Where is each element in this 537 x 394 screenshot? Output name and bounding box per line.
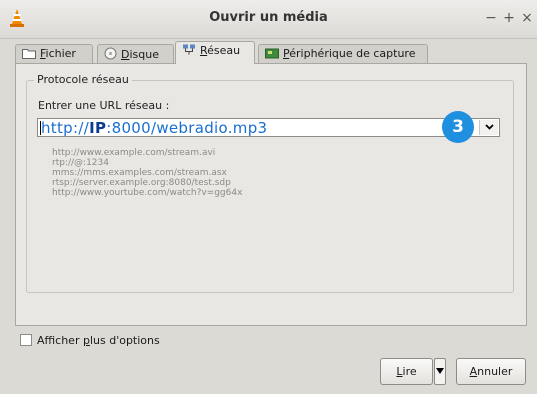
title-bar: Ouvrir un média − + × (0, 0, 537, 39)
maximize-button[interactable]: + (502, 10, 516, 26)
group-title: Protocole réseau (34, 73, 132, 86)
url-label: Entrer une URL réseau : (38, 99, 170, 112)
play-button[interactable]: Lire (380, 358, 433, 385)
window-title: Ouvrir un média (209, 10, 328, 25)
show-more-options[interactable]: Afficher plus d'options (20, 334, 160, 347)
url-examples: http://www.example.com/stream.avi rtp://… (52, 148, 242, 198)
tab-fichier[interactable]: Fichier (15, 44, 93, 63)
example-url: http://www.yourtube.com/watch?v=gg64x (52, 188, 243, 198)
close-button[interactable]: × (520, 10, 534, 26)
example-url: http://www.example.com/stream.avi (52, 148, 216, 158)
minimize-button[interactable]: − (484, 10, 498, 26)
disc-icon (104, 47, 117, 60)
show-more-options-checkbox[interactable] (20, 334, 32, 346)
capture-card-icon (265, 48, 279, 59)
tab-peripherique-de-capture[interactable]: Périphérique de capture (258, 44, 428, 63)
network-protocol-group: Protocole réseau Entrer une URL réseau :… (26, 73, 514, 293)
folder-icon (22, 49, 36, 59)
example-url: mms://mms.examples.com/stream.asx (52, 168, 227, 178)
example-url: rtsp://server.example.org:8080/test.sdp (52, 178, 231, 188)
step-badge: 3 (442, 111, 474, 143)
network-panel: Protocole réseau Entrer une URL réseau :… (15, 63, 527, 326)
example-url: rtp://@:1234 (52, 158, 109, 168)
cancel-button[interactable]: Annuler (456, 358, 526, 385)
url-value: http://IP:8000/webradio.mp3 (41, 119, 268, 137)
url-history-dropdown[interactable] (479, 120, 498, 135)
url-input[interactable]: http://IP:8000/webradio.mp3 (37, 118, 500, 137)
play-options-dropdown[interactable] (434, 358, 446, 385)
network-icon (183, 44, 195, 55)
chevron-down-icon (484, 124, 494, 130)
tab-disque[interactable]: Disque (97, 44, 174, 63)
tab-reseau[interactable]: Réseau (175, 41, 255, 64)
caret-down-icon (436, 368, 444, 374)
